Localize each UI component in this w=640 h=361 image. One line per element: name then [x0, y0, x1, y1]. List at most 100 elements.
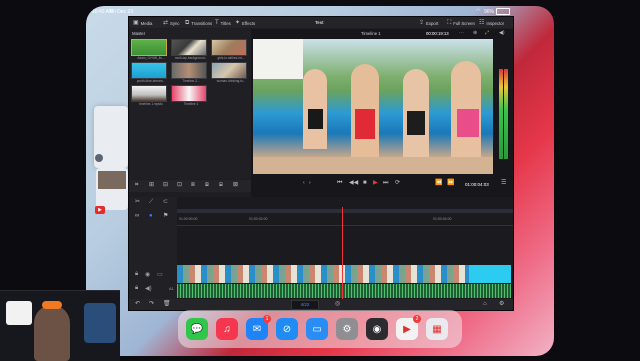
speaker-icon[interactable]: ◀)	[145, 285, 152, 292]
timeline-ruler[interactable]: 01:00:00:00 01:00:02:00 01:00:04:00	[177, 215, 513, 226]
undo-icon[interactable]: ↶	[135, 301, 140, 307]
prev-frame-icon[interactable]: ⏪	[435, 180, 442, 186]
clip-tool-icon[interactable]: ⌗	[135, 182, 138, 188]
jog-left-icon[interactable]: ‹	[303, 181, 305, 186]
transport-bar: ‹ › ⏮ ◀◀ ■ ▶ ⏭ ⟳ ⏪ ⏩ 01:00:04:03 ☰	[251, 175, 513, 197]
presenter-cap	[42, 301, 62, 309]
media-pool: Master Adam_GrYtW_fix... multi-lap-backg…	[129, 29, 251, 179]
play-icon[interactable]: ▶	[373, 180, 378, 186]
delete-icon[interactable]: 🗑︎	[163, 301, 171, 307]
rewind-icon[interactable]: ◀◀	[349, 180, 358, 186]
youtube-icon: ▶	[95, 206, 105, 214]
effects-tab[interactable]: ✦ Effects	[235, 20, 255, 26]
poster-graphic	[84, 303, 116, 343]
flag-icon[interactable]: ⚑	[163, 213, 168, 219]
export-button[interactable]: ⇪ Export	[419, 20, 438, 26]
link-icon[interactable]: ∞	[135, 213, 139, 219]
media-item[interactable]: youth-blue-stream...	[131, 62, 171, 83]
zoom-icon[interactable]: ⊕	[473, 31, 477, 36]
trim-icon[interactable]: ⊠	[233, 182, 238, 188]
video-preview[interactable]	[253, 39, 493, 174]
music-icon[interactable]: ♫	[216, 318, 238, 340]
transform-icon[interactable]: ⤢	[485, 31, 489, 36]
media-item[interactable]: Timeline 1	[171, 85, 211, 106]
next-frame-icon[interactable]: ⏩	[447, 180, 454, 186]
inspector-label: Inspector	[486, 20, 505, 26]
pool-deck	[253, 157, 493, 174]
audio-icon[interactable]: ◀)	[499, 31, 505, 36]
redo-icon[interactable]: ↷	[149, 301, 154, 307]
loop-icon[interactable]: ⟳	[395, 180, 400, 186]
playhead[interactable]	[342, 207, 343, 299]
stop-icon[interactable]: ■	[363, 180, 367, 186]
mail-icon[interactable]: ✉ 1	[246, 315, 271, 340]
media-item[interactable]: girls-in-strikes-hd...	[211, 39, 251, 60]
files-icon[interactable]: ▭	[306, 318, 328, 340]
media-item[interactable]: woman-drinking-tv...	[211, 62, 251, 83]
settings-icon[interactable]: ⚙	[336, 318, 358, 340]
replace-icon[interactable]: ⧇	[205, 182, 209, 188]
davinci-resolve-icon[interactable]: ◉	[366, 318, 388, 340]
fullscreen-button[interactable]: ⛶ Full Screen	[447, 20, 475, 26]
media-item[interactable]: Timeline-2...	[171, 62, 211, 83]
messages-icon[interactable]: 💬	[186, 318, 208, 340]
media-item[interactable]: multi-lap-background...	[171, 39, 211, 60]
skip-end-icon[interactable]: ⏭	[383, 180, 388, 186]
insert-icon[interactable]: ⊞	[149, 182, 154, 188]
bottom-bar: ↶ ↷ 🗑︎ 4/22 ◎ ⌂ ⚙	[129, 299, 513, 310]
clip-thumbnail	[211, 39, 247, 56]
ruler-tick-label: 01:00:00:00	[179, 217, 198, 221]
wifi-icon: ◠	[476, 8, 481, 14]
snap-icon[interactable]: ⊂	[163, 199, 168, 205]
monitor-icon[interactable]: ▭	[157, 271, 163, 278]
visibility-icon[interactable]: ◉	[145, 271, 150, 278]
lock-icon[interactable]: 🔒︎	[135, 285, 138, 292]
media-item[interactable]: Adam_GrYtW_fix...	[131, 39, 171, 60]
menu-icon[interactable]: ☰	[501, 180, 506, 186]
clip-thumbnail	[131, 85, 167, 102]
audio-clip[interactable]	[177, 284, 511, 298]
sync-tab-label: Sync	[170, 20, 180, 26]
zoom-level[interactable]: 4/22	[291, 300, 319, 310]
stage-window-2[interactable]	[96, 168, 128, 210]
ruler-tick-label: 01:00:04:00	[433, 217, 452, 221]
home-icon[interactable]: ⌂	[483, 301, 487, 307]
skip-start-icon[interactable]: ⏮	[337, 180, 342, 186]
app-library-icon[interactable]: ▦	[426, 318, 448, 340]
lock-icon[interactable]: 🔒︎	[135, 271, 138, 278]
timeline-tools: ✂ ⟋ ⊂ ∞ ● ⚑ 🔒︎ ◉ ▭ 🔒︎ ◀) A1	[129, 197, 177, 299]
media-tab[interactable]: ▣ Media	[133, 20, 152, 26]
cut-icon[interactable]: ✂	[135, 199, 140, 205]
audio-meter-right	[504, 69, 508, 159]
fullscreen-icon: ⛶	[447, 20, 452, 26]
timeline-options-icon[interactable]: ◎	[335, 301, 340, 307]
timeline-thumbnail	[171, 85, 207, 102]
viewer-options-icon[interactable]: ⋯	[459, 31, 464, 36]
overwrite-icon[interactable]: ⊟	[163, 182, 168, 188]
dock: 💬 ♫ ✉ 1 ⊘ ▭ ⚙ ◉ ▶ 2 ▦	[178, 310, 462, 348]
media-item[interactable]: timeline-1.mpsto	[131, 85, 171, 106]
ripple-icon[interactable]: ⧆	[219, 182, 223, 188]
place-on-top-icon[interactable]: ⧈	[191, 182, 195, 188]
position-lock-icon[interactable]: ●	[149, 213, 153, 219]
settings-icon[interactable]: ⚙	[499, 301, 504, 307]
inspector-icon: ☷	[479, 20, 485, 26]
titles-tab[interactable]: T Titles	[215, 20, 231, 26]
append-icon[interactable]: ⊡	[177, 182, 182, 188]
video-clip[interactable]	[469, 265, 511, 283]
clip-thumbnail	[211, 62, 247, 79]
jog-right-icon[interactable]: ›	[309, 181, 311, 186]
timeline-scrollbar[interactable]	[177, 209, 513, 213]
export-label: Export	[426, 20, 439, 26]
transitions-tab[interactable]: ⧉ Transitions	[185, 20, 212, 26]
youtube-icon[interactable]: ▶ 2	[396, 315, 421, 340]
blade-icon[interactable]: ⟋	[149, 199, 153, 205]
sync-tab[interactable]: ⇄ Sync	[163, 20, 180, 26]
clip-label: Adam_GrYtW_fix...	[137, 56, 165, 60]
safari-icon[interactable]: ⊘	[276, 318, 298, 340]
inspector-button[interactable]: ☷ Inspector	[479, 20, 504, 26]
project-title: Test	[315, 20, 324, 25]
poster-graphic	[6, 301, 32, 325]
video-clip[interactable]	[177, 265, 469, 283]
timeline-panel: ✂ ⟋ ⊂ ∞ ● ⚑ 🔒︎ ◉ ▭ 🔒︎ ◀) A1 01:00:00:00 …	[129, 197, 513, 299]
